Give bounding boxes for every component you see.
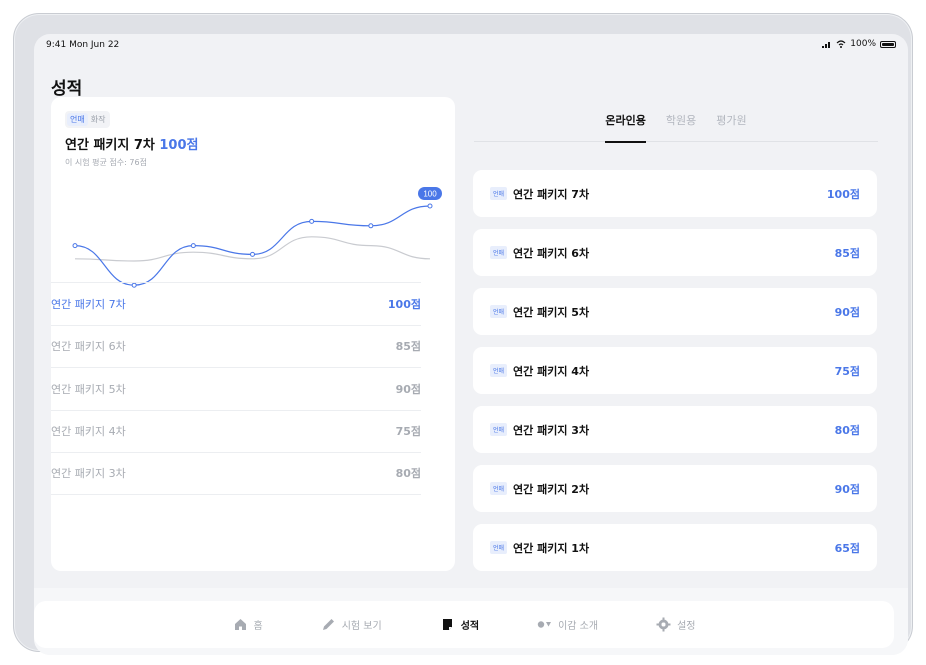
nav-label: 설정: [677, 621, 696, 632]
card-title-score: 100점: [159, 138, 199, 153]
exam-name: 연간 패키지 5차: [513, 305, 590, 319]
subject-badge: 언매: [490, 305, 508, 318]
exam-name: 연간 패키지 4차: [51, 425, 126, 439]
average-score-text: 이 시험 평균 점수: 76점: [65, 158, 147, 167]
subject-badge: 언매: [490, 246, 508, 259]
exam-score: 90점: [834, 305, 860, 319]
score-point: [250, 251, 255, 257]
exam-score: 75점: [395, 425, 421, 439]
card-title-name: 연간 패키지 7차: [65, 138, 155, 153]
nav-about[interactable]: 이감 소개: [537, 617, 598, 632]
battery-percent: 100%: [850, 39, 876, 49]
list-item[interactable]: 연간 패키지 6차 85점: [51, 324, 421, 368]
left-score-list: 연간 패키지 7차 100점 연간 패키지 6차 85점 연간 패키지 5차 9…: [51, 282, 421, 495]
exam-card[interactable]: 언매 연간 패키지 5차 90점: [473, 288, 877, 335]
list-item[interactable]: 연간 패키지 5차 90점: [51, 367, 421, 410]
exam-name: 연간 패키지 6차: [51, 340, 126, 354]
average-series-line: [74, 236, 431, 262]
score-point: [309, 218, 315, 224]
nav-settings[interactable]: 설정: [656, 617, 695, 632]
nav-label: 성적: [460, 621, 480, 632]
info-icon: [537, 621, 552, 628]
exam-name: 연간 패키지 5차: [51, 382, 126, 396]
chip-hwajak[interactable]: 화작: [88, 113, 109, 126]
tab-bar: 홈 시험 보기 성적 이감 소개 설정: [34, 601, 894, 648]
signal-icon: [822, 41, 831, 48]
exam-card[interactable]: 언매 연간 패키지 7차 100점: [473, 170, 877, 217]
tab-online[interactable]: 온라인용: [605, 108, 647, 143]
exam-score: 80점: [395, 467, 421, 481]
exam-score: 90점: [834, 482, 860, 496]
exam-name: 연간 패키지 4차: [513, 364, 590, 378]
subject-badge: 언매: [490, 482, 508, 495]
tab-evaluation[interactable]: 평가원: [716, 108, 746, 142]
wifi-icon: [836, 40, 846, 48]
exam-score: 100점: [826, 187, 860, 201]
exam-name: 연간 패키지 6차: [513, 246, 590, 260]
exam-name: 연간 패키지 3차: [51, 467, 126, 481]
subject-badge: 언매: [490, 187, 508, 200]
exam-card[interactable]: 언매 연간 패키지 6차 85점: [473, 229, 877, 276]
list-item[interactable]: 연간 패키지 7차 100점: [51, 282, 421, 325]
exam-name: 연간 패키지 2차: [513, 482, 590, 496]
exam-score: 80점: [834, 423, 860, 437]
nav-label: 시험 보기: [341, 621, 382, 632]
score-point: [368, 223, 374, 229]
score-point: [427, 203, 433, 209]
nav-home[interactable]: 홈: [233, 617, 263, 632]
exam-name: 연간 패키지 1차: [513, 541, 590, 555]
exam-name: 연간 패키지 3차: [513, 423, 590, 437]
exam-list: 언매 연간 패키지 7차 100점 언매 연간 패키지 6차 85점 언매 연간…: [473, 170, 877, 583]
subject-badge: 언매: [490, 541, 508, 554]
latest-score-badge: 100: [418, 187, 442, 200]
home-icon: [234, 619, 246, 630]
pencil-icon: [322, 619, 334, 630]
list-item[interactable]: 연간 패키지 4차 75점: [51, 409, 421, 453]
score-point: [190, 243, 196, 249]
battery-icon: [880, 40, 896, 48]
report-icon: [442, 619, 452, 630]
subject-badge: 언매: [490, 423, 508, 436]
exam-name: 연간 패키지 7차: [513, 187, 590, 201]
nav-label: 홈: [253, 621, 263, 632]
device-frame: 9:41 Mon Jun 22 100% 성적 언매 화작 연간 패키지 7차 …: [13, 13, 913, 655]
exam-card[interactable]: 언매 연간 패키지 3차 80점: [473, 406, 877, 453]
exam-score: 90점: [395, 382, 421, 396]
screen: 9:41 Mon Jun 22 100% 성적 언매 화작 연간 패키지 7차 …: [34, 34, 908, 655]
page-title: 성적: [51, 79, 83, 99]
chip-eonmae[interactable]: 언매: [67, 113, 88, 126]
nav-label: 이감 소개: [558, 621, 599, 632]
score-point: [72, 243, 78, 249]
status-time: 9:41 Mon Jun 22: [46, 40, 120, 50]
status-bar: 9:41 Mon Jun 22 100%: [34, 34, 908, 58]
latest-score-badge-text: 100: [423, 190, 437, 199]
nav-exam[interactable]: 시험 보기: [321, 617, 382, 632]
category-tabs: 온라인용 학원용 평가원: [474, 108, 878, 143]
exam-score: 85점: [834, 246, 860, 260]
tab-academy[interactable]: 학원용: [666, 108, 696, 142]
card-title: 연간 패키지 7차 100점: [65, 134, 199, 153]
subject-toggle: 언매 화작: [65, 111, 111, 128]
exam-card[interactable]: 언매 연간 패키지 1차 65점: [473, 524, 877, 571]
exam-score: 85점: [395, 340, 421, 354]
exam-name: 연간 패키지 7차: [51, 297, 126, 311]
gear-icon: [656, 617, 671, 632]
exam-card[interactable]: 언매 연간 패키지 4차 75점: [473, 347, 877, 394]
exam-score: 100점: [387, 297, 421, 311]
subject-badge: 언매: [490, 364, 508, 377]
bottom-navigation: 홈 시험 보기 성적 이감 소개 설정: [34, 588, 908, 655]
list-item[interactable]: 연간 패키지 3차 80점: [51, 452, 421, 495]
exam-score: 65점: [834, 541, 860, 555]
status-indicators: 100%: [822, 39, 896, 49]
exam-score: 75점: [834, 364, 860, 378]
nav-scores[interactable]: 성적: [440, 617, 479, 632]
exam-card[interactable]: 언매 연간 패키지 2차 90점: [473, 465, 877, 512]
